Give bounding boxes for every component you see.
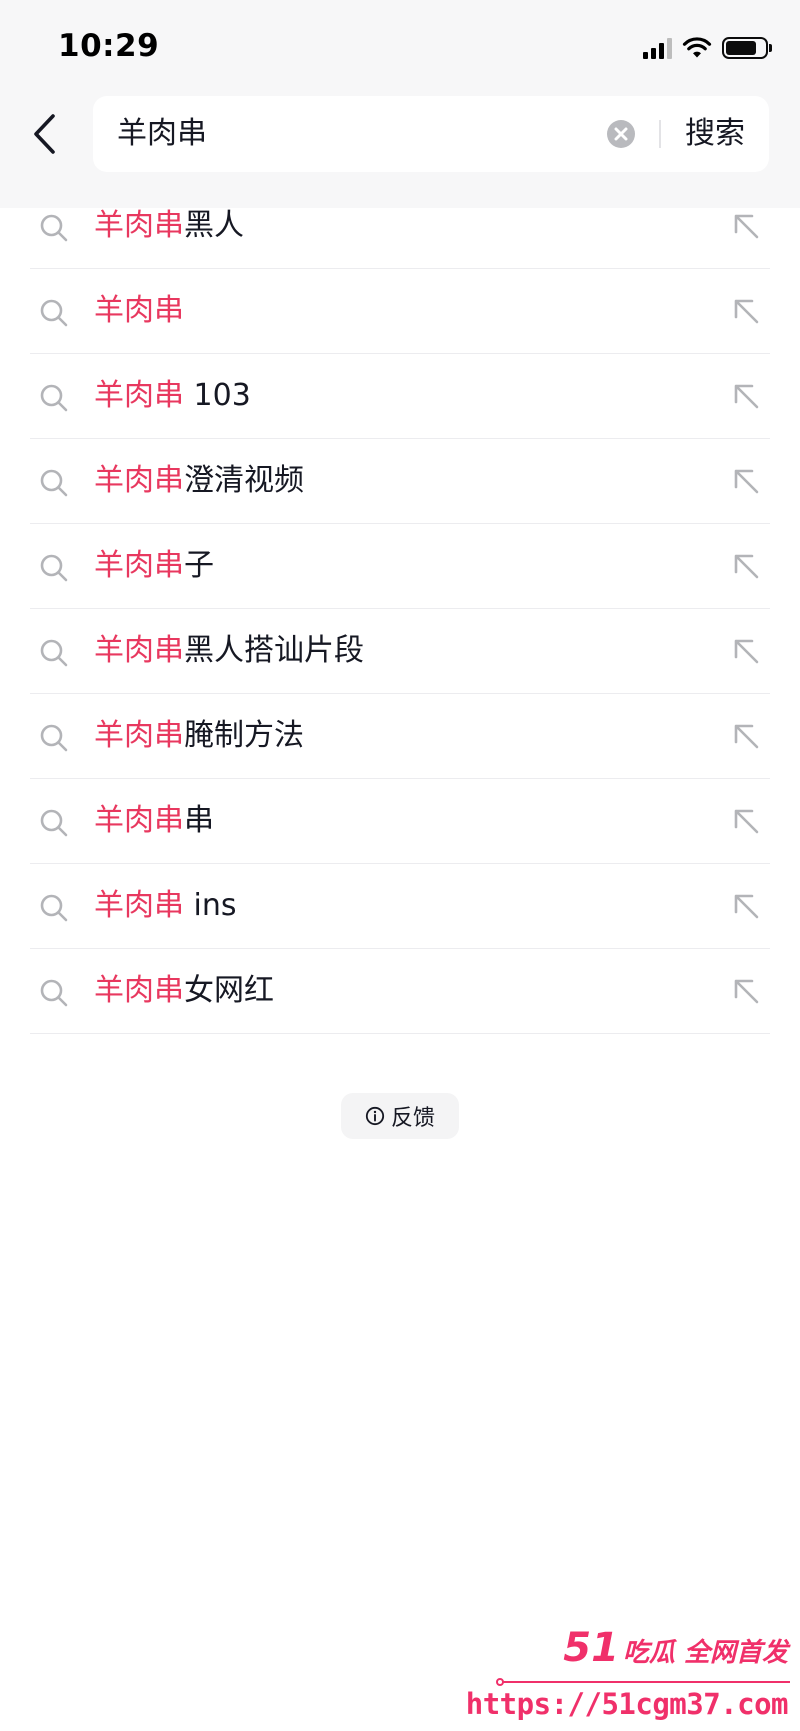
feedback-button[interactable]: 反馈 [341, 1093, 459, 1139]
search-icon [40, 894, 68, 922]
suggestion-item[interactable]: 羊肉串黑人 [30, 184, 770, 269]
status-bar: 10:29 [0, 0, 800, 96]
suggestion-item[interactable]: 羊肉串串 [30, 779, 770, 864]
suggestion-item[interactable]: 羊肉串澄清视频 [30, 439, 770, 524]
suggestion-rest: 黑人 [184, 208, 244, 243]
suggestion-item[interactable]: 羊肉串 103 [30, 354, 770, 439]
feedback-label: 反馈 [390, 1106, 435, 1131]
search-icon [40, 469, 68, 497]
suggestion-rest: 腌制方法 [184, 718, 304, 753]
status-time: 10:29 [58, 28, 160, 64]
suggestion-text: 羊肉串子 [94, 524, 214, 608]
search-icon [40, 724, 68, 752]
suggestion-highlight: 羊肉串 [94, 548, 184, 583]
suggestion-highlight: 羊肉串 [94, 208, 184, 243]
suggestion-rest: ins [184, 888, 237, 923]
arrow-up-left-icon[interactable] [730, 465, 762, 497]
watermark: 51 吃瓜 全网首发 https://51cgm37.com [466, 1619, 796, 1731]
suggestion-text: 羊肉串澄清视频 [94, 439, 304, 523]
search-icon [40, 299, 68, 327]
suggestion-text: 羊肉串 103 [94, 354, 251, 438]
arrow-up-left-icon[interactable] [730, 890, 762, 922]
search-submit-button[interactable]: 搜索 [685, 96, 745, 172]
watermark-brand-number: 51 [563, 1625, 619, 1671]
arrow-up-left-icon[interactable] [730, 635, 762, 667]
battery-icon [722, 37, 772, 59]
arrow-up-left-icon[interactable] [730, 380, 762, 412]
back-button[interactable] [22, 108, 66, 160]
arrow-up-left-icon[interactable] [730, 975, 762, 1007]
status-icons [643, 34, 772, 62]
arrow-up-left-icon[interactable] [730, 805, 762, 837]
suggestion-item[interactable]: 羊肉串子 [30, 524, 770, 609]
suggestion-highlight: 羊肉串 [94, 378, 184, 413]
wifi-icon [682, 37, 712, 58]
search-icon [40, 809, 68, 837]
suggestion-text: 羊肉串腌制方法 [94, 694, 304, 778]
suggestion-item[interactable]: 羊肉串腌制方法 [30, 694, 770, 779]
search-icon [40, 214, 68, 242]
search-icon [40, 384, 68, 412]
suggestion-rest: 女网红 [184, 973, 274, 1008]
arrow-up-left-icon[interactable] [730, 295, 762, 327]
clear-circle-icon[interactable] [605, 118, 637, 150]
suggestion-text: 羊肉串 [94, 269, 184, 353]
watermark-brand: 51 吃瓜 全网首发 [563, 1625, 788, 1671]
suggestion-text: 羊肉串黑人搭讪片段 [94, 609, 364, 693]
suggestion-item[interactable]: 羊肉串黑人搭讪片段 [30, 609, 770, 694]
arrow-up-left-icon[interactable] [730, 550, 762, 582]
chevron-left-icon [34, 114, 55, 154]
suggestion-highlight: 羊肉串 [94, 293, 184, 328]
suggestion-highlight: 羊肉串 [94, 973, 184, 1008]
cellular-signal-icon [643, 37, 672, 59]
suggestion-text: 羊肉串串 [94, 779, 214, 863]
suggestion-item[interactable]: 羊肉串女网红 [30, 949, 770, 1034]
watermark-brand-text: 吃瓜 全网首发 [622, 1638, 788, 1668]
search-icon [40, 979, 68, 1007]
arrow-up-left-icon[interactable] [730, 720, 762, 752]
suggestion-highlight: 羊肉串 [94, 718, 184, 753]
watermark-url: https://51cgm37.com [465, 1687, 789, 1721]
suggestion-rest: 串 [184, 803, 214, 838]
suggestion-highlight: 羊肉串 [94, 633, 184, 668]
arrow-up-left-icon[interactable] [730, 210, 762, 242]
search-box: 搜索 [93, 96, 769, 172]
search-icon [40, 554, 68, 582]
suggestion-rest: 子 [184, 548, 214, 583]
suggestion-highlight: 羊肉串 [94, 888, 184, 923]
suggestion-text: 羊肉串女网红 [94, 949, 274, 1033]
suggestion-item[interactable]: 羊肉串 [30, 269, 770, 354]
suggestion-text: 羊肉串 ins [94, 864, 237, 948]
suggestion-highlight: 羊肉串 [94, 463, 184, 498]
suggestion-rest: 103 [184, 378, 251, 413]
suggestion-text: 羊肉串黑人 [94, 184, 244, 268]
suggestion-highlight: 羊肉串 [94, 803, 184, 838]
top-area: 10:29 搜索 [0, 0, 800, 208]
watermark-line [496, 1678, 790, 1686]
suggestion-item[interactable]: 羊肉串 ins [30, 864, 770, 949]
search-icon [40, 639, 68, 667]
search-divider [659, 120, 661, 148]
suggestion-rest: 黑人搭讪片段 [184, 633, 364, 668]
suggestion-rest: 澄清视频 [184, 463, 304, 498]
info-icon [365, 1106, 385, 1126]
search-input[interactable] [117, 96, 677, 172]
